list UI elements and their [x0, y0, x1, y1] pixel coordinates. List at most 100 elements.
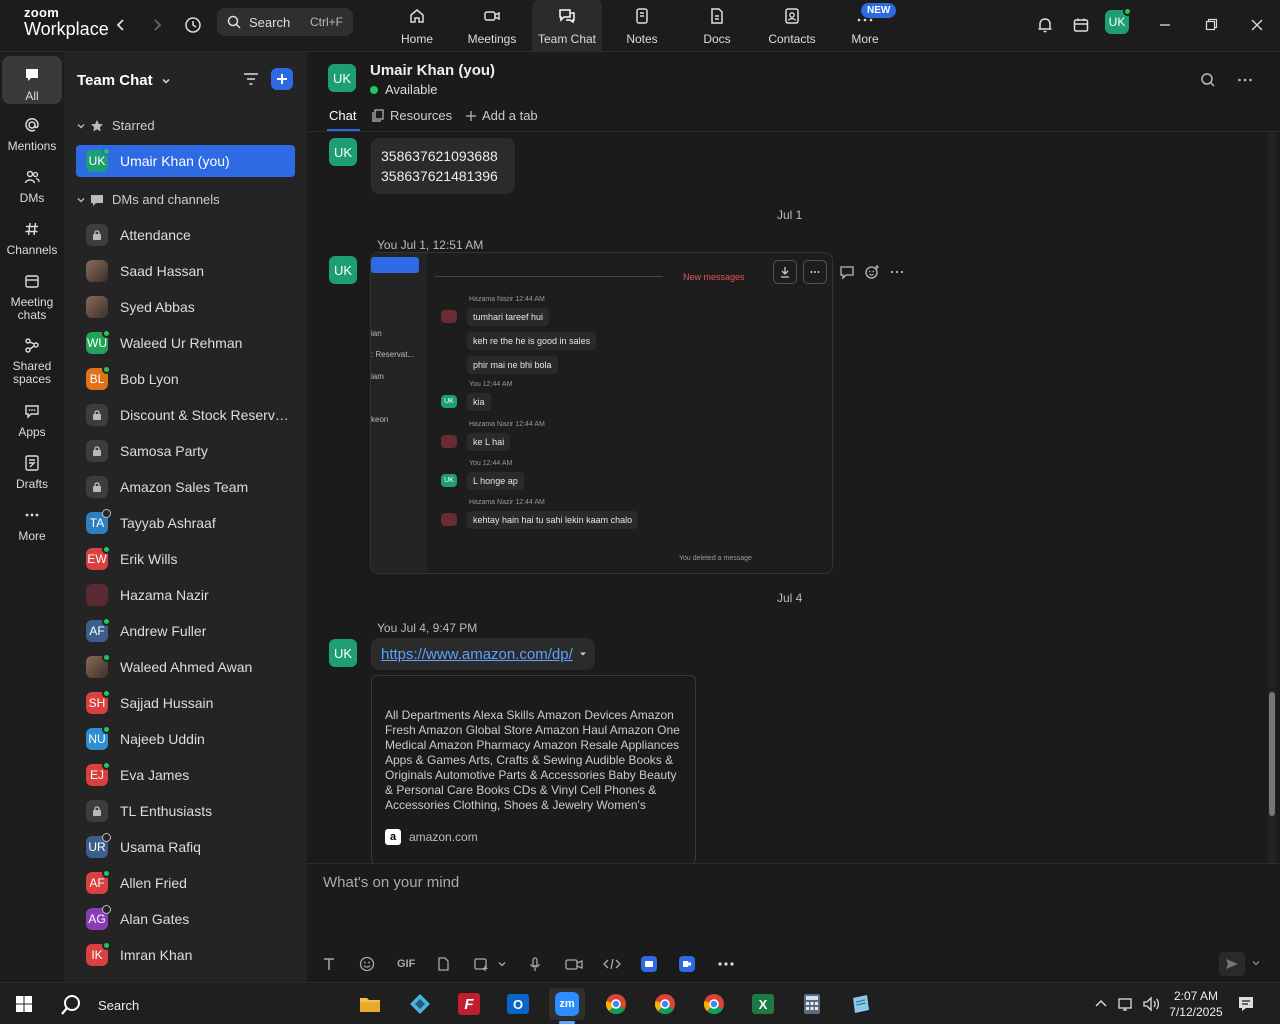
- microphone-icon[interactable]: [527, 956, 565, 972]
- rail-more[interactable]: More: [2, 504, 62, 543]
- image-attachment[interactable]: New messages ian: Reservat... iam keon Haz…: [370, 252, 833, 574]
- app-shortcut-icon[interactable]: [641, 956, 679, 972]
- rail-mentions[interactable]: Mentions: [2, 114, 62, 153]
- sidebar-item[interactable]: SH Sajjad Hussain: [76, 687, 295, 719]
- sidebar-item[interactable]: Hazama Nazir: [76, 579, 295, 611]
- rail-meeting-chats[interactable]: Meeting chats: [2, 270, 62, 322]
- zoom-taskbar-icon[interactable]: zm: [549, 988, 585, 1024]
- sidebar-item[interactable]: AG Alan Gates: [76, 903, 295, 935]
- channel-title[interactable]: Umair Khan (you): [370, 62, 495, 79]
- scrollbar-thumb[interactable]: [1269, 692, 1275, 816]
- sidebar-item[interactable]: Attendance: [76, 219, 295, 251]
- emoji-react-icon[interactable]: [864, 264, 880, 280]
- tab-resources[interactable]: Resources: [372, 108, 452, 123]
- sidebar-item[interactable]: WU Waleed Ur Rehman: [76, 327, 295, 359]
- nav-notes[interactable]: Notes: [607, 0, 677, 52]
- file-explorer-icon[interactable]: [354, 988, 386, 1020]
- nav-contacts[interactable]: Contacts: [757, 0, 827, 52]
- nav-team-chat[interactable]: Team Chat: [532, 0, 602, 52]
- history-icon[interactable]: [180, 12, 206, 38]
- gif-button[interactable]: GIF: [397, 958, 435, 970]
- sidebar-item-umair-khan[interactable]: UK Umair Khan (you): [76, 145, 295, 177]
- forward-arrow-icon[interactable]: [144, 12, 170, 38]
- sidebar-item[interactable]: EW Erik Wills: [76, 543, 295, 575]
- rail-channels[interactable]: Channels: [2, 218, 62, 257]
- tab-chat[interactable]: Chat: [327, 108, 361, 131]
- search-input[interactable]: Search Ctrl+F: [217, 8, 353, 36]
- nav-meetings[interactable]: Meetings: [457, 0, 527, 52]
- chevron-down-icon[interactable]: [497, 959, 527, 969]
- message-bubble[interactable]: 358637621093688 358637621481396: [371, 138, 515, 194]
- close-icon[interactable]: [1244, 12, 1270, 38]
- sidebar-item[interactable]: Saad Hassan: [76, 255, 295, 287]
- send-button[interactable]: [1219, 952, 1245, 976]
- send-options-chevron-icon[interactable]: [1251, 958, 1261, 968]
- scrollbar[interactable]: [1268, 132, 1276, 863]
- sidebar-item[interactable]: TL Enthusiasts: [76, 795, 295, 827]
- reply-icon[interactable]: [839, 264, 855, 280]
- emoji-icon[interactable]: [359, 956, 397, 972]
- calculator-icon[interactable]: [796, 988, 828, 1020]
- new-chat-button[interactable]: [271, 68, 293, 90]
- system-clock[interactable]: 2:07 AM 7/12/2025: [1166, 988, 1226, 1020]
- file-icon[interactable]: [435, 956, 473, 972]
- chevron-down-icon[interactable]: [579, 650, 587, 658]
- chrome-icon[interactable]: [600, 988, 632, 1020]
- calendar-icon[interactable]: [1068, 12, 1094, 38]
- network-icon[interactable]: [1118, 996, 1136, 1012]
- sidebar-item[interactable]: EJ Eva James: [76, 759, 295, 791]
- download-icon[interactable]: [773, 260, 797, 284]
- image-more-icon[interactable]: [803, 260, 827, 284]
- filezilla-icon[interactable]: F: [453, 988, 485, 1020]
- rail-dms[interactable]: DMs: [2, 166, 62, 205]
- nav-home[interactable]: Home: [382, 0, 452, 52]
- starred-section-header[interactable]: Starred: [76, 118, 155, 133]
- sidebar-item[interactable]: AF Andrew Fuller: [76, 615, 295, 647]
- bell-icon[interactable]: [1032, 12, 1058, 38]
- sidebar-item[interactable]: Waleed Ahmed Awan: [76, 651, 295, 683]
- notes-app-icon[interactable]: [845, 988, 877, 1020]
- chrome-profile-2-icon[interactable]: [698, 988, 730, 1020]
- sidebar-item[interactable]: BL Bob Lyon: [76, 363, 295, 395]
- sidebar-title[interactable]: Team Chat: [77, 72, 171, 89]
- windows-start-icon[interactable]: [8, 988, 40, 1020]
- link-message[interactable]: https://www.amazon.com/dp/: [371, 638, 595, 670]
- sidebar-item[interactable]: Syed Abbas: [76, 291, 295, 323]
- dms-section-header[interactable]: DMs and channels: [76, 192, 220, 207]
- sidebar-item[interactable]: Amazon Sales Team: [76, 471, 295, 503]
- video-message-icon[interactable]: [565, 956, 603, 972]
- user-avatar[interactable]: UK: [1105, 7, 1132, 34]
- text-format-icon[interactable]: [321, 956, 359, 972]
- chrome-profile-icon[interactable]: [649, 988, 681, 1020]
- tab-add[interactable]: Add a tab: [465, 108, 538, 123]
- filter-icon[interactable]: [242, 70, 260, 88]
- search-icon[interactable]: [1200, 72, 1216, 88]
- link-preview-card[interactable]: All Departments Alexa Skills Amazon Devi…: [371, 675, 696, 863]
- rail-all[interactable]: All: [2, 56, 62, 104]
- more-options-icon[interactable]: [1237, 72, 1253, 88]
- notifications-icon[interactable]: [1237, 995, 1255, 1013]
- tray-chevron-up-icon[interactable]: [1094, 997, 1108, 1011]
- amazon-link[interactable]: https://www.amazon.com/dp/: [381, 646, 573, 663]
- rail-drafts[interactable]: Drafts: [2, 452, 62, 491]
- rail-apps[interactable]: Apps: [2, 400, 62, 439]
- message-input[interactable]: What's on your mind: [323, 874, 459, 891]
- zoom-app-icon[interactable]: [679, 956, 717, 972]
- taskbar-search[interactable]: Search: [60, 994, 139, 1016]
- minimize-icon[interactable]: [1152, 12, 1178, 38]
- sidebar-item[interactable]: AF Allen Fried: [76, 867, 295, 899]
- sidebar-item[interactable]: TA Tayyab Ashraaf: [76, 507, 295, 539]
- sidebar-item[interactable]: NU Najeeb Uddin: [76, 723, 295, 755]
- outlook-icon[interactable]: O: [502, 988, 534, 1020]
- sidebar-item[interactable]: UR Usama Rafiq: [76, 831, 295, 863]
- sidebar-item[interactable]: IK Imran Khan: [76, 939, 295, 971]
- maximize-icon[interactable]: [1198, 12, 1224, 38]
- app-diamond-icon[interactable]: [404, 988, 436, 1020]
- nav-docs[interactable]: Docs: [682, 0, 752, 52]
- rail-shared-spaces[interactable]: Shared spaces: [2, 334, 62, 386]
- more-tools-icon[interactable]: [717, 956, 755, 972]
- sidebar-item[interactable]: Samosa Party: [76, 435, 295, 467]
- volume-icon[interactable]: [1142, 996, 1160, 1012]
- screenshot-icon[interactable]: [473, 956, 497, 972]
- sidebar-item[interactable]: Discount & Stock Reservati...: [76, 399, 295, 431]
